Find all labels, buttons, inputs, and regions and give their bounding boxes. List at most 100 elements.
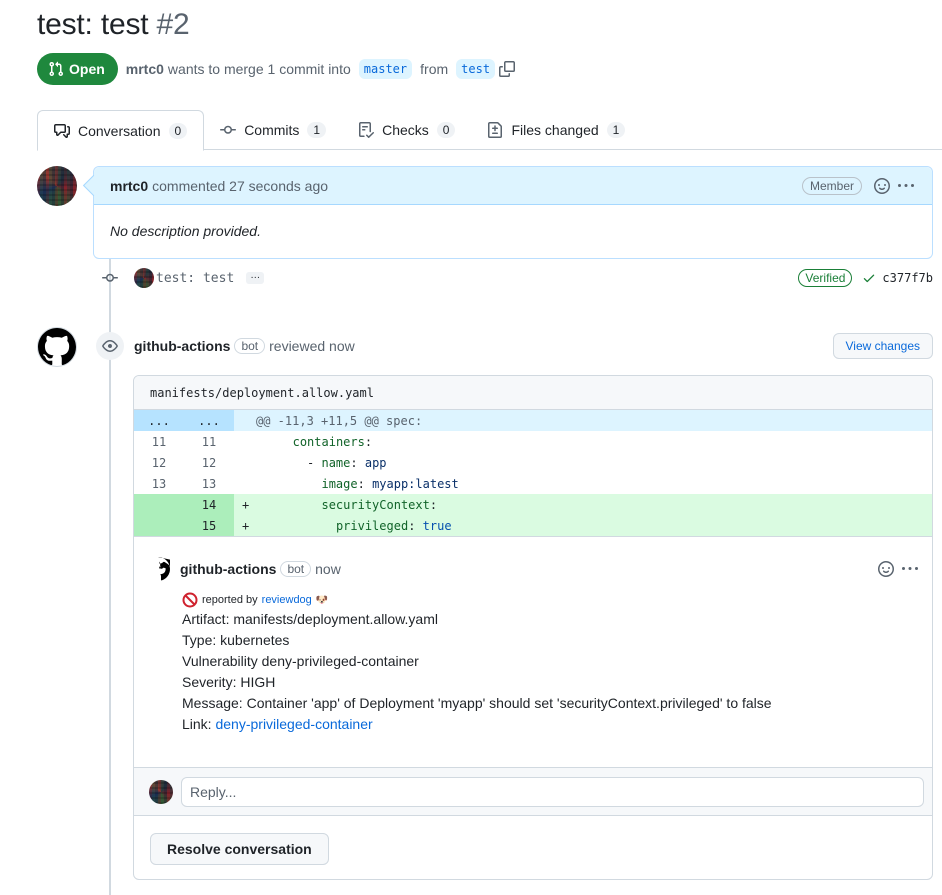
yaml-key: name <box>321 455 351 470</box>
kebab-horizontal-icon[interactable] <box>900 559 920 579</box>
diff-indent <box>249 498 321 512</box>
comment-header: mrtc0 commented 27 seconds ago Member <box>94 167 932 205</box>
tab-conversation[interactable]: Conversation 0 <box>37 110 205 151</box>
yaml-sep: : <box>408 518 423 533</box>
reviewdog-link[interactable]: reviewdog <box>262 590 312 611</box>
avatar[interactable] <box>149 779 173 804</box>
expand-hunk-old[interactable]: ... <box>134 410 184 431</box>
policy-link[interactable]: deny-privileged-container <box>215 716 372 732</box>
tab-checks[interactable]: Checks 0 <box>342 110 471 150</box>
diff-line: 13 13 image: myapp:latest <box>134 473 932 494</box>
tab-files-changed[interactable]: Files changed 1 <box>471 110 641 150</box>
no-entry-icon <box>182 592 198 608</box>
view-changes-button[interactable]: View changes <box>832 333 933 359</box>
tab-files-changed-label: Files changed <box>511 122 599 138</box>
new-line-number[interactable]: 11 <box>184 431 234 452</box>
head-branch[interactable]: test <box>456 59 496 79</box>
link-prefix: Link: <box>182 716 212 732</box>
smiley-icon[interactable] <box>876 559 896 579</box>
tab-conversation-count: 0 <box>168 122 188 139</box>
old-line-number[interactable]: 13 <box>134 473 184 494</box>
diff-hunk-row: ... ... @@ -11,3 +11,5 @@ spec: <box>134 410 932 431</box>
review-comment-body: reported by reviewdog 🐶 Artifact: manife… <box>182 591 920 735</box>
member-badge: Member <box>801 176 862 195</box>
status-badge: Open <box>37 53 118 85</box>
message-line: Message: Container 'app' of Deployment '… <box>182 695 772 711</box>
diff-code: image: myapp:latest <box>234 473 932 494</box>
tab-files-changed-count: 1 <box>606 122 626 138</box>
old-line-number[interactable]: 12 <box>134 452 184 473</box>
new-line-number[interactable]: 12 <box>184 452 234 473</box>
smiley-icon[interactable] <box>872 176 892 196</box>
github-actions-avatar[interactable] <box>146 557 170 581</box>
yaml-key: containers <box>292 434 365 449</box>
diff-code: containers: <box>234 431 932 452</box>
review-thread: manifests/deployment.allow.yaml ... ... … <box>133 375 933 880</box>
tab-commits-label: Commits <box>244 122 300 138</box>
diff-indent <box>249 435 292 449</box>
expand-commit-button[interactable]: … <box>246 271 265 284</box>
resolve-row: Resolve conversation <box>134 815 932 879</box>
pr-description-comment: mrtc0 commented 27 seconds ago Member No… <box>93 166 933 259</box>
diff-line: 12 12 - name: app <box>134 452 932 473</box>
comment-body: No description provided. <box>110 223 261 239</box>
yaml-sep: : <box>364 434 373 449</box>
resolve-conversation-button[interactable]: Resolve conversation <box>150 832 329 865</box>
review-author[interactable]: github-actions <box>134 338 230 354</box>
github-logo-icon <box>38 328 76 366</box>
kebab-horizontal-icon[interactable] <box>896 176 916 196</box>
comment-action: commented 27 seconds ago <box>152 177 329 194</box>
review-comment-author[interactable]: github-actions <box>180 561 276 577</box>
diff-file-path[interactable]: manifests/deployment.allow.yaml <box>134 376 932 410</box>
old-line-number[interactable] <box>134 494 184 515</box>
commit-sha[interactable]: c377f7b <box>882 271 933 285</box>
reply-input[interactable]: Reply... <box>181 776 924 807</box>
review-comment-time[interactable]: now <box>315 561 341 577</box>
base-branch[interactable]: master <box>358 59 413 79</box>
review-comment-header: github-actions bot now <box>146 555 920 583</box>
pr-author-link[interactable]: mrtc0 <box>126 61 164 77</box>
diff-table: ... ... @@ -11,3 +11,5 @@ spec: 11 11 co… <box>134 410 932 536</box>
reply-row: Reply... <box>134 767 932 815</box>
verified-badge[interactable]: Verified <box>798 269 853 287</box>
checklist-icon <box>359 122 375 138</box>
comment-author[interactable]: mrtc0 <box>110 178 148 194</box>
severity-line: Severity: HIGH <box>182 674 276 690</box>
new-line-number[interactable]: 13 <box>184 473 234 494</box>
yaml-value: true <box>422 518 452 533</box>
tab-commits[interactable]: Commits 1 <box>204 110 342 150</box>
diff-code: + privileged: true <box>234 515 932 536</box>
diff-indent <box>249 519 336 533</box>
reported-by-line: reported by reviewdog 🐶 <box>182 591 920 609</box>
pr-number: #2 <box>156 8 190 41</box>
review-comment: github-actions bot now reported by revie… <box>134 536 932 760</box>
diff-line: 11 11 containers: <box>134 431 932 452</box>
old-line-number[interactable] <box>134 515 184 536</box>
yaml-sep: : <box>350 455 365 470</box>
merge-text: wants to merge 1 commit into <box>167 61 351 77</box>
commit-message[interactable]: test: test <box>156 271 234 286</box>
hunk-header: @@ -11,3 +11,5 @@ spec: <box>234 410 932 431</box>
avatar[interactable] <box>37 166 77 206</box>
avatar[interactable] <box>134 268 154 288</box>
git-pull-request-icon <box>49 61 64 77</box>
yaml-sep: : <box>357 476 373 491</box>
diff-indent: - <box>249 455 322 470</box>
pr-title-text: test: test <box>37 8 149 41</box>
pr-title: test: test #2 <box>37 8 190 42</box>
type-line: Type: kubernetes <box>182 632 290 648</box>
artifact-line: Artifact: manifests/deployment.allow.yam… <box>182 611 438 627</box>
new-line-number[interactable]: 15 <box>184 515 234 536</box>
check-icon[interactable] <box>862 271 876 285</box>
diff-indent <box>249 477 321 491</box>
expand-hunk-new[interactable]: ... <box>184 410 234 431</box>
old-line-number[interactable]: 11 <box>134 431 184 452</box>
yaml-value: app <box>364 455 387 470</box>
new-line-number[interactable]: 14 <box>184 494 234 515</box>
commit-event: test: test … Verified c377f7b <box>100 266 933 290</box>
review-action: reviewed now <box>269 338 355 354</box>
vulnerability-line: Vulnerability deny-privileged-container <box>182 653 419 669</box>
copy-icon[interactable] <box>499 61 516 77</box>
github-actions-avatar[interactable] <box>37 327 77 367</box>
diff-code: - name: app <box>234 452 932 473</box>
